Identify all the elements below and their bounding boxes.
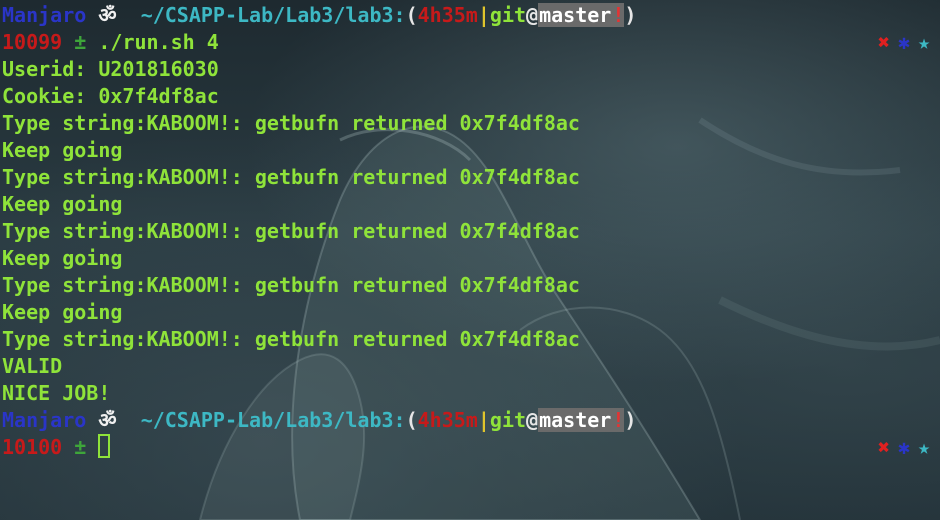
history-number: 10099 [2,30,63,54]
om-symbol-icon: ॐ [98,3,117,27]
command-text: ./run.sh 4 [98,30,219,54]
command-duration: 4h35m [417,408,478,432]
prompt-user: Manjaro [2,3,87,27]
history-number: 10100 [2,435,63,459]
command-line: 10099 ± ./run.sh 4 ✖ ✱ ★ [2,29,940,56]
output-line: NICE JOB! [2,381,111,405]
prompt-line: Manjaro ॐ ~/CSAPP-Lab/Lab3/lab3:(4h35m|g… [2,2,940,29]
git-branch: master [538,3,613,27]
gear-icon: ✱ [897,30,910,54]
git-status-symbol: ± [74,30,87,54]
dirty-indicator: ! [612,408,625,432]
paren-open: ( [405,408,418,432]
om-symbol-icon: ॐ [98,408,117,432]
at-symbol: @ [526,3,539,27]
close-x-icon: ✖ [877,435,890,459]
git-branch: master [538,408,613,432]
output-line: Keep going [2,300,123,324]
output-line: Type string:KABOOM!: getbufn returned 0x… [2,327,580,351]
star-icon: ★ [917,435,930,459]
git-label: git [489,3,527,27]
output-line: Type string:KABOOM!: getbufn returned 0x… [2,165,580,189]
paren-close: ) [624,3,637,27]
output-line: Type string:KABOOM!: getbufn returned 0x… [2,219,580,243]
output-line: Keep going [2,246,123,270]
output-line: VALID [2,354,63,378]
output-line: Keep going [2,138,123,162]
prompt-path: ~/CSAPP-Lab/Lab3/lab3: [140,3,406,27]
pipe-separator: | [477,3,490,27]
output-line: Cookie: 0x7f4df8ac [2,84,219,108]
paren-open: ( [405,3,418,27]
prompt-line: Manjaro ॐ ~/CSAPP-Lab/Lab3/lab3:(4h35m|g… [2,407,940,434]
right-status: ✖ ✱ ★ [870,29,930,56]
prompt-path: ~/CSAPP-Lab/Lab3/lab3: [140,408,406,432]
output-line: Type string:KABOOM!: getbufn returned 0x… [2,273,580,297]
dirty-indicator: ! [612,3,625,27]
pipe-separator: | [477,408,490,432]
command-line[interactable]: 10100 ± ✖ ✱ ★ [2,434,940,461]
star-icon: ★ [917,30,930,54]
close-x-icon: ✖ [877,30,890,54]
gear-icon: ✱ [897,435,910,459]
terminal-window[interactable]: Manjaro ॐ ~/CSAPP-Lab/Lab3/lab3:(4h35m|g… [2,2,940,520]
output-line: Userid: U201816030 [2,57,219,81]
git-status-symbol: ± [74,435,87,459]
output-line: Keep going [2,192,123,216]
paren-close: ) [624,408,637,432]
prompt-user: Manjaro [2,408,87,432]
at-symbol: @ [526,408,539,432]
right-status: ✖ ✱ ★ [870,434,930,461]
git-label: git [489,408,527,432]
command-duration: 4h35m [417,3,478,27]
text-cursor[interactable] [98,434,111,458]
output-line: Type string:KABOOM!: getbufn returned 0x… [2,111,580,135]
